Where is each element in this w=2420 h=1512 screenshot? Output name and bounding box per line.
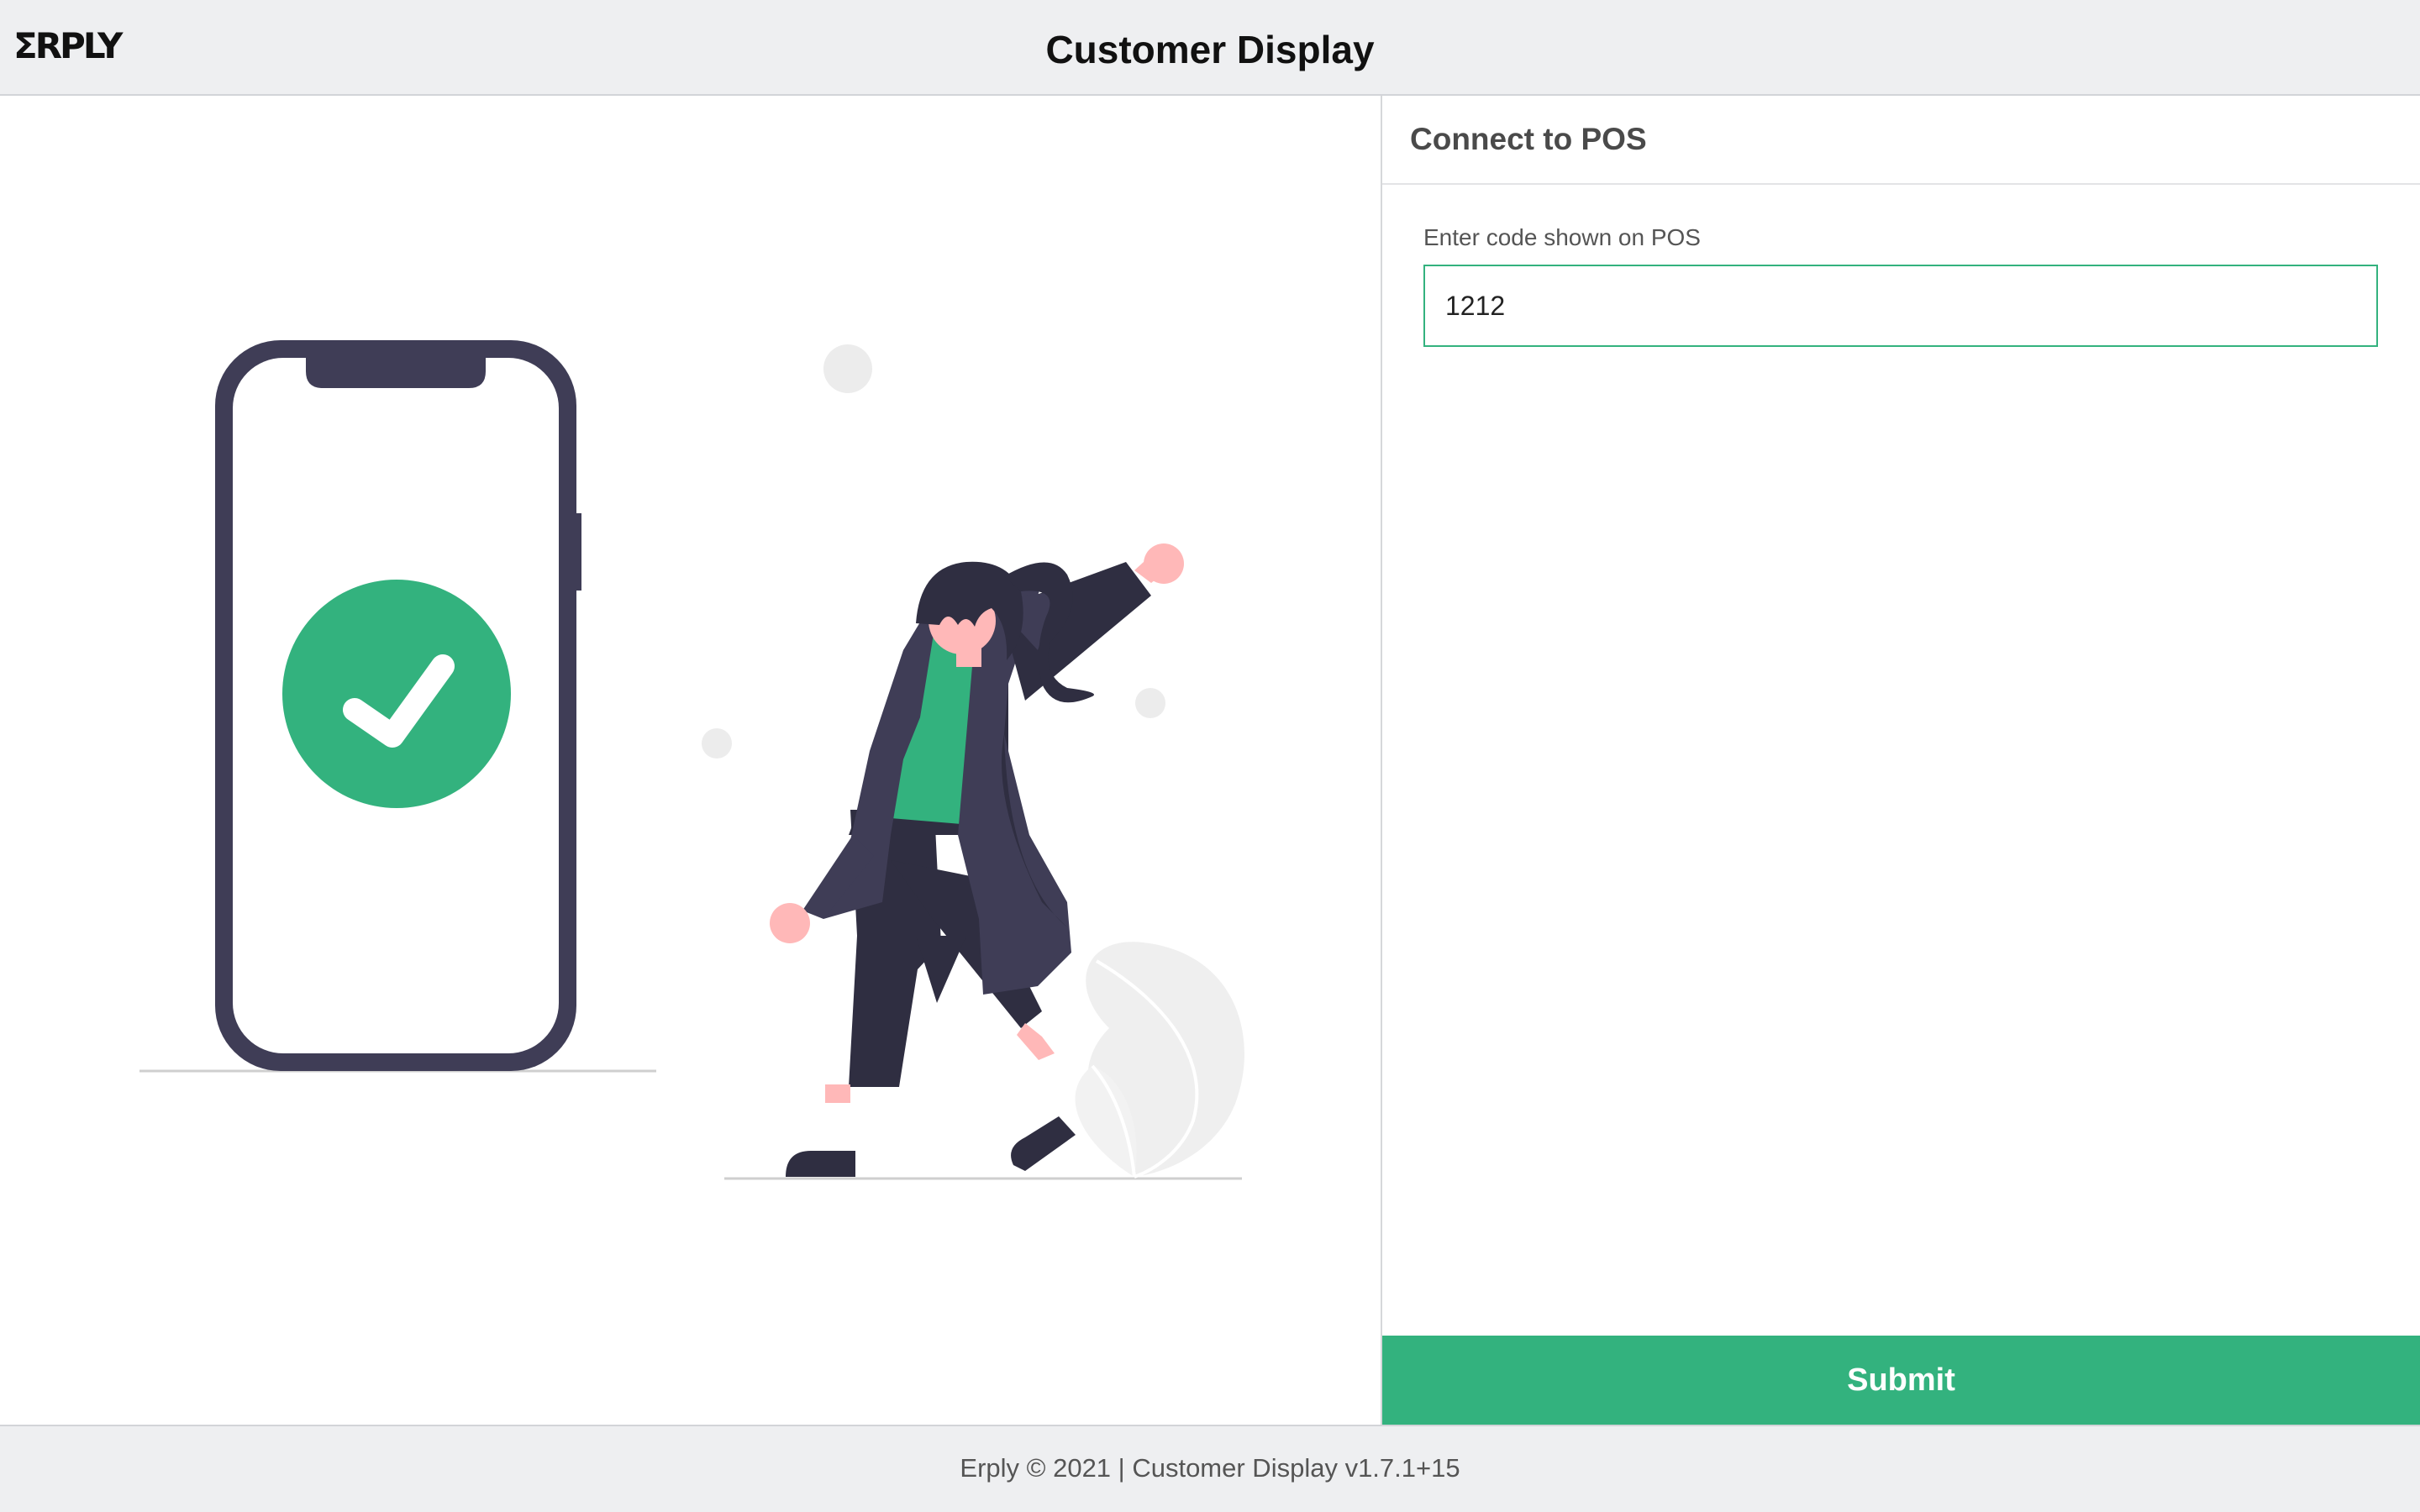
app-title: Customer Display [1045,28,1375,71]
app-header: ΣRPLY Customer Display [0,0,2420,96]
code-input[interactable] [1423,265,2378,347]
decor-dot [823,344,872,393]
main-content: Connect to POS Enter code shown on POS S… [0,96,2420,1425]
decor-dot [1135,688,1165,718]
panel-title: Connect to POS [1410,122,1647,156]
code-label: Enter code shown on POS [1423,224,1701,250]
submit-button[interactable]: Submit [1382,1336,2420,1425]
connect-illustration [139,340,1244,1180]
illustration-panel [0,96,1382,1425]
connect-panel: Connect to POS Enter code shown on POS S… [1382,96,2420,1425]
decor-dot [702,728,732,759]
leaf-plant [1075,942,1244,1179]
checkmark-icon [282,580,511,808]
phone-icon [215,340,581,1071]
panel-header: Connect to POS [1382,96,2420,185]
app-footer: Erply © 2021 | Customer Display v1.7.1+1… [0,1425,2420,1512]
